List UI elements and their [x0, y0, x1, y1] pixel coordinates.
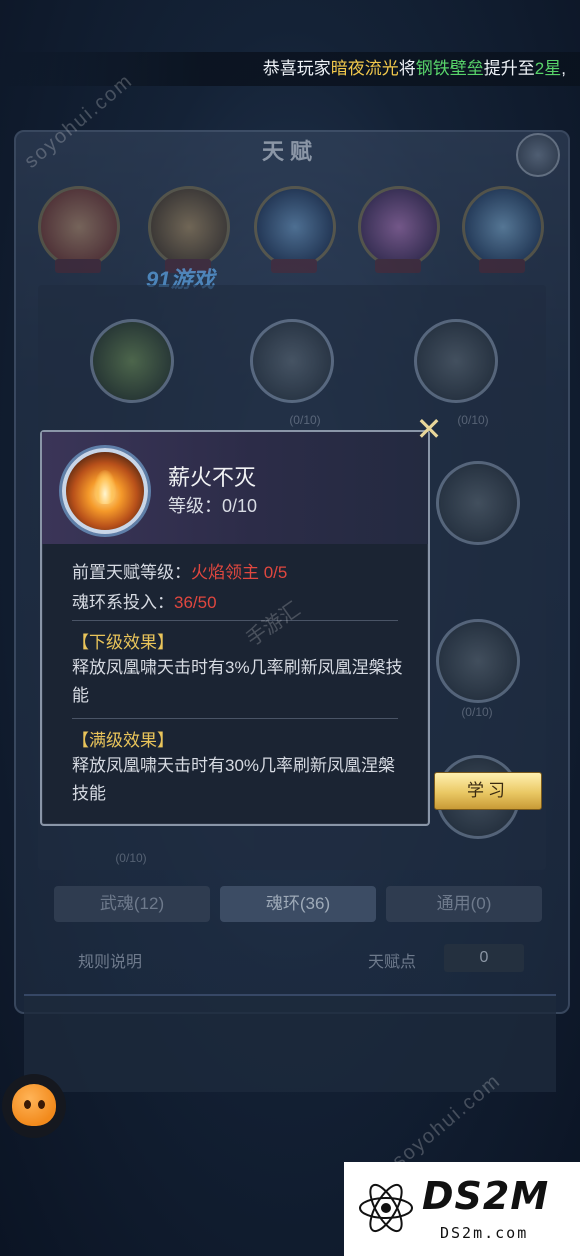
hero-avatar[interactable]	[358, 186, 440, 273]
talent-node[interactable]	[436, 619, 520, 703]
node-progress: (0/10)	[289, 413, 321, 427]
hero-tag	[375, 259, 421, 273]
pet-icon	[12, 1084, 56, 1126]
divider	[72, 718, 398, 719]
phoenix-skill-icon	[62, 448, 148, 534]
points-label: 天赋点	[368, 954, 417, 971]
footer-row: 规则说明 天赋点 0	[46, 944, 546, 976]
divider	[72, 620, 398, 621]
tab-hunhuan[interactable]: 魂环(36)	[220, 886, 376, 922]
panel-corner-button[interactable]	[516, 133, 560, 177]
pet-assistant-button[interactable]	[2, 1074, 66, 1138]
invest-value: 36/50	[174, 593, 217, 612]
max-level-desc: 释放凤凰啸天击时有30%几率刷新凤凰涅槃技能	[72, 756, 396, 803]
talent-tabs: 武魂(12) 魂环(36) 通用(0)	[54, 886, 544, 922]
talent-node[interactable]	[436, 461, 520, 545]
atom-icon	[359, 1183, 413, 1233]
skill-name: 薪火不灭	[168, 465, 257, 490]
max-level-title: 【满级效果】	[72, 731, 174, 750]
hero-tag	[271, 259, 317, 273]
invest-row: 魂环系投入：36/50	[72, 588, 217, 613]
talent-detail-popup: 薪火不灭 等级：0/10 前置天赋等级：火焰领主 0/5 魂环系投入：36/50…	[40, 430, 430, 826]
hero-tag	[55, 259, 101, 273]
next-level-desc: 释放凤凰啸天击时有3%几率刷新凤凰涅槃技能	[72, 658, 403, 705]
invest-label: 魂环系投入：	[72, 593, 174, 612]
rules-link[interactable]: 规则说明	[78, 948, 142, 972]
broadcast-prefix: 恭喜玩家	[262, 59, 331, 78]
broadcast-banner: 恭喜玩家暗夜流光将钢铁壁垒提升至2星,	[0, 52, 580, 86]
level-label: 等级：	[168, 496, 222, 516]
flame-icon	[94, 470, 116, 504]
prereq-value: 火焰领主 0/5	[191, 563, 288, 582]
logo-url: DS2m.com	[440, 1224, 529, 1242]
panel-title: 天赋	[261, 139, 318, 164]
pet-eye	[38, 1100, 45, 1109]
tab-wuhun[interactable]: 武魂(12)	[54, 886, 210, 922]
broadcast-level: 2星	[534, 59, 562, 78]
broadcast-item: 钢铁壁垒	[415, 59, 484, 78]
site-logo: DS2M DS2m.com	[344, 1162, 580, 1256]
hero-row	[38, 186, 548, 278]
node-progress: (0/10)	[461, 705, 493, 719]
tab-general[interactable]: 通用(0)	[386, 886, 542, 922]
bottom-bar	[24, 994, 556, 1092]
hero-avatar[interactable]	[254, 186, 336, 273]
hero-avatar[interactable]	[462, 186, 544, 273]
level-value: 0/10	[222, 496, 258, 516]
talent-node[interactable]	[90, 319, 174, 403]
broadcast-mid2: 提升至	[483, 59, 535, 78]
talent-node[interactable]	[250, 319, 334, 403]
hero-tag	[479, 259, 525, 273]
hero-avatar[interactable]	[148, 186, 230, 273]
points-value: 0	[444, 944, 524, 972]
prereq-row: 前置天赋等级：火焰领主 0/5	[72, 558, 287, 583]
close-icon[interactable]: ✕	[414, 413, 444, 445]
skill-level: 等级：0/10	[168, 492, 257, 518]
node-progress: (0/10)	[115, 851, 147, 865]
talent-node[interactable]	[414, 319, 498, 403]
broadcast-player: 暗夜流光	[330, 59, 399, 78]
logo-text: DS2M	[422, 1174, 550, 1218]
watermark-shouyouhui: 手游汇	[242, 598, 305, 651]
pet-eye	[24, 1100, 31, 1109]
learn-button[interactable]: 学习	[434, 772, 542, 810]
broadcast-suffix: ,	[561, 59, 566, 78]
broadcast-mid: 将	[398, 59, 416, 78]
next-level-title: 【下级效果】	[72, 633, 174, 652]
prereq-label: 前置天赋等级：	[72, 563, 191, 582]
hero-avatar[interactable]	[38, 186, 120, 273]
